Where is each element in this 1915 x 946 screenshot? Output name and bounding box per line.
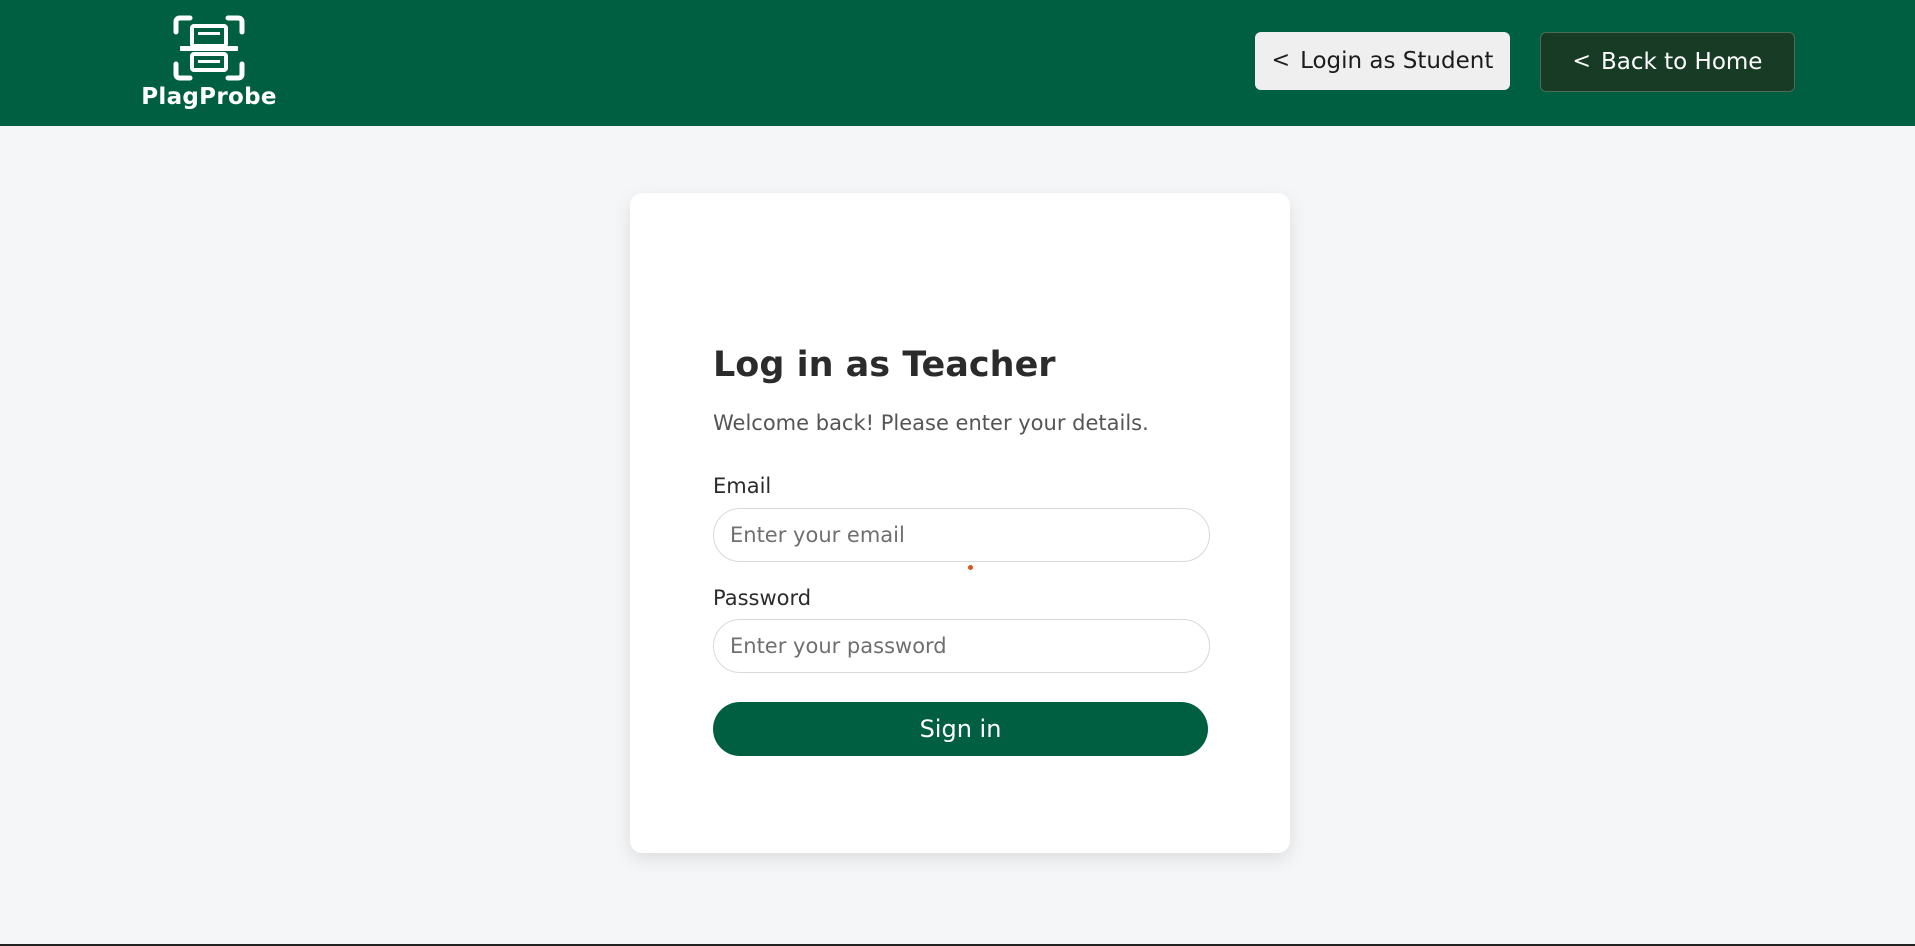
chevron-left-icon: < xyxy=(1572,49,1591,74)
page-title: Log in as Teacher xyxy=(713,345,1056,385)
chevron-left-icon: < xyxy=(1271,48,1291,73)
brand-name: PlagProbe xyxy=(141,84,277,110)
back-to-home-label: Back to Home xyxy=(1600,49,1763,75)
email-label: Email xyxy=(713,474,772,498)
brand-logo[interactable]: PlagProbe xyxy=(134,14,284,116)
login-card: Log in as Teacher Welcome back! Please e… xyxy=(630,193,1290,853)
login-as-student-label: Login as Student xyxy=(1300,48,1494,74)
email-field[interactable] xyxy=(713,508,1210,562)
cursor-dot xyxy=(968,565,973,570)
page-subtitle: Welcome back! Please enter your details. xyxy=(713,411,1149,435)
top-navbar: PlagProbe < Login as Student < Back to H… xyxy=(0,0,1915,126)
password-label: Password xyxy=(713,586,812,610)
password-field[interactable] xyxy=(713,619,1210,673)
sign-in-button[interactable]: Sign in xyxy=(713,702,1208,756)
back-to-home-button[interactable]: < Back to Home xyxy=(1540,32,1795,92)
login-as-student-button[interactable]: < Login as Student xyxy=(1255,32,1510,90)
document-scan-icon xyxy=(173,15,245,81)
